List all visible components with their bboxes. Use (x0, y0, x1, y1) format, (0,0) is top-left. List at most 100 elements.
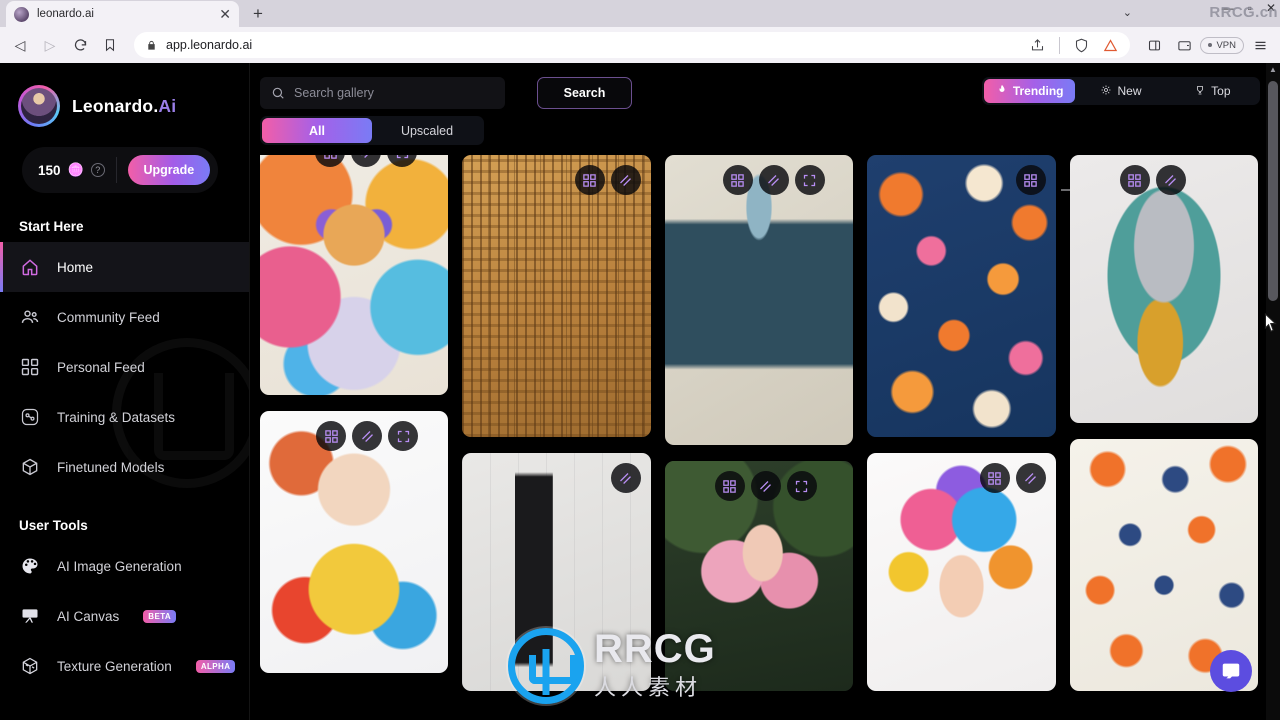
variations-icon[interactable] (574, 165, 605, 195)
vpn-status-dot (1208, 43, 1213, 47)
hamburger-menu-icon[interactable] (1246, 31, 1274, 59)
variations-icon[interactable] (1119, 165, 1150, 195)
card-image (260, 155, 449, 395)
reload-icon[interactable] (66, 31, 94, 59)
gallery-card[interactable] (664, 461, 854, 691)
upscale-icon[interactable] (750, 471, 781, 501)
bookmark-icon[interactable] (96, 31, 124, 59)
upscale-icon[interactable] (352, 421, 382, 451)
fullscreen-icon[interactable] (794, 165, 825, 195)
tab-trending[interactable]: Trending (984, 79, 1076, 103)
trophy-icon (1194, 84, 1206, 99)
tab-upscaled[interactable]: Upscaled (372, 118, 482, 143)
app-sidebar: Leonardo.Ai 150 🪙 ? Upgrade Start Here H… (0, 63, 250, 720)
search-field-wrapper[interactable] (260, 77, 505, 109)
tab-close-icon[interactable]: ✕ (219, 7, 231, 21)
sidebar-item-texture-generation[interactable]: Texture Generation ALPHA (0, 641, 249, 691)
browser-tabstrip: leonardo.ai ✕ + ⌄ — ▫ ✕ RRCG.cn (0, 0, 1280, 27)
gallery-card[interactable] (867, 155, 1056, 437)
upscale-icon[interactable] (1015, 463, 1046, 493)
card-actions (610, 463, 641, 493)
gallery-column (462, 155, 651, 691)
tab-new[interactable]: New (1075, 79, 1166, 103)
gallery-card[interactable] (260, 411, 449, 673)
sidebar-item-ai-image-generation[interactable]: AI Image Generation (0, 541, 249, 591)
sidebar-item-label: Finetuned Models (57, 459, 165, 475)
brand-logo-row[interactable]: Leonardo.Ai (0, 63, 249, 127)
window-controls: — ▫ ✕ (1222, 2, 1276, 14)
new-tab-button[interactable]: + (245, 1, 271, 27)
address-bar-actions (1030, 36, 1118, 54)
home-icon (19, 256, 41, 278)
address-bar[interactable]: app.leonardo.ai (134, 32, 1131, 58)
flame-icon (996, 84, 1008, 99)
leonardo-avatar-icon (18, 85, 60, 127)
tab-all[interactable]: All (262, 118, 372, 143)
grid-squares-icon (19, 356, 41, 378)
intercom-chat-icon (1222, 663, 1240, 679)
back-button[interactable]: ◁ (6, 31, 34, 59)
browser-window: leonardo.ai ✕ + ⌄ — ▫ ✕ RRCG.cn ◁ ▷ app.… (0, 0, 1280, 720)
fullscreen-icon[interactable] (388, 421, 418, 451)
sidebar-section-title: User Tools (19, 518, 88, 533)
sidebar-item-community-feed[interactable]: Community Feed (0, 292, 249, 342)
sidebar-item-label: Texture Generation (57, 658, 172, 674)
gallery-card[interactable] (462, 155, 651, 437)
upgrade-button[interactable]: Upgrade (127, 155, 210, 185)
sidebar-item-home[interactable]: Home (0, 242, 249, 292)
sidebar-item-finetuned-models[interactable]: Finetuned Models (0, 442, 249, 492)
scroll-up-arrow[interactable]: ▲ (1266, 63, 1280, 77)
card-actions (315, 155, 417, 167)
sidebar-item-personal-feed[interactable]: Personal Feed (0, 342, 249, 392)
upscale-icon[interactable] (351, 155, 381, 167)
sidebar-item-ai-canvas[interactable]: AI Canvas BETA (0, 591, 249, 641)
browser-tab[interactable]: leonardo.ai ✕ (6, 1, 239, 27)
sidebar-item-label: Community Feed (57, 309, 160, 325)
forward-button[interactable]: ▷ (36, 31, 64, 59)
tab-title: leonardo.ai (37, 8, 94, 20)
sidebar-item-label: AI Image Generation (57, 558, 182, 574)
brave-shields-icon (1076, 38, 1088, 52)
chevron-down-icon[interactable]: ⌄ (1123, 6, 1132, 19)
card-actions (574, 165, 641, 195)
tab-top[interactable]: Top (1167, 79, 1258, 103)
coin-stack-icon: 🪙 (67, 162, 84, 177)
card-actions (316, 421, 418, 451)
variations-icon[interactable] (1015, 165, 1046, 195)
search-input[interactable] (294, 86, 494, 100)
variations-icon[interactable] (722, 165, 753, 195)
gallery-card[interactable] (1069, 155, 1258, 423)
fullscreen-icon[interactable] (786, 471, 817, 501)
minimize-button[interactable]: — (1222, 2, 1234, 14)
upscale-icon[interactable] (610, 165, 641, 195)
upscale-icon[interactable] (758, 165, 789, 195)
variations-icon[interactable] (979, 463, 1010, 493)
search-icon (272, 87, 284, 99)
divider (1059, 36, 1061, 54)
chat-widget-button[interactable] (1210, 650, 1252, 692)
search-button[interactable]: Search (537, 77, 632, 109)
card-actions (722, 165, 825, 195)
close-window-button[interactable]: ✕ (1266, 2, 1276, 14)
variations-icon[interactable] (714, 471, 745, 501)
upscale-icon[interactable] (610, 463, 641, 493)
scrollbar-thumb[interactable] (1268, 81, 1278, 301)
vpn-toggle[interactable]: VPN (1200, 36, 1244, 54)
gallery-card[interactable] (867, 453, 1056, 691)
sidebar-panel-icon[interactable] (1140, 31, 1168, 59)
maximize-button[interactable]: ▫ (1248, 2, 1252, 14)
credits-count: 150 (38, 162, 61, 178)
gallery-card[interactable] (664, 155, 854, 445)
gallery-card[interactable] (462, 453, 651, 691)
gallery-card[interactable] (260, 155, 449, 395)
variations-icon[interactable] (316, 421, 346, 451)
brave-leo-icon (1104, 38, 1118, 51)
brave-wallet-icon[interactable] (1170, 31, 1198, 59)
upscale-icon[interactable] (1155, 165, 1186, 195)
page-scrollbar[interactable]: ▲ (1266, 63, 1280, 720)
fullscreen-icon[interactable] (387, 155, 417, 167)
sidebar-item-label: Training & Datasets (57, 409, 176, 425)
credits-help-icon[interactable]: ? (90, 163, 105, 177)
variations-icon[interactable] (315, 155, 345, 167)
sidebar-item-training-datasets[interactable]: Training & Datasets (0, 392, 249, 442)
